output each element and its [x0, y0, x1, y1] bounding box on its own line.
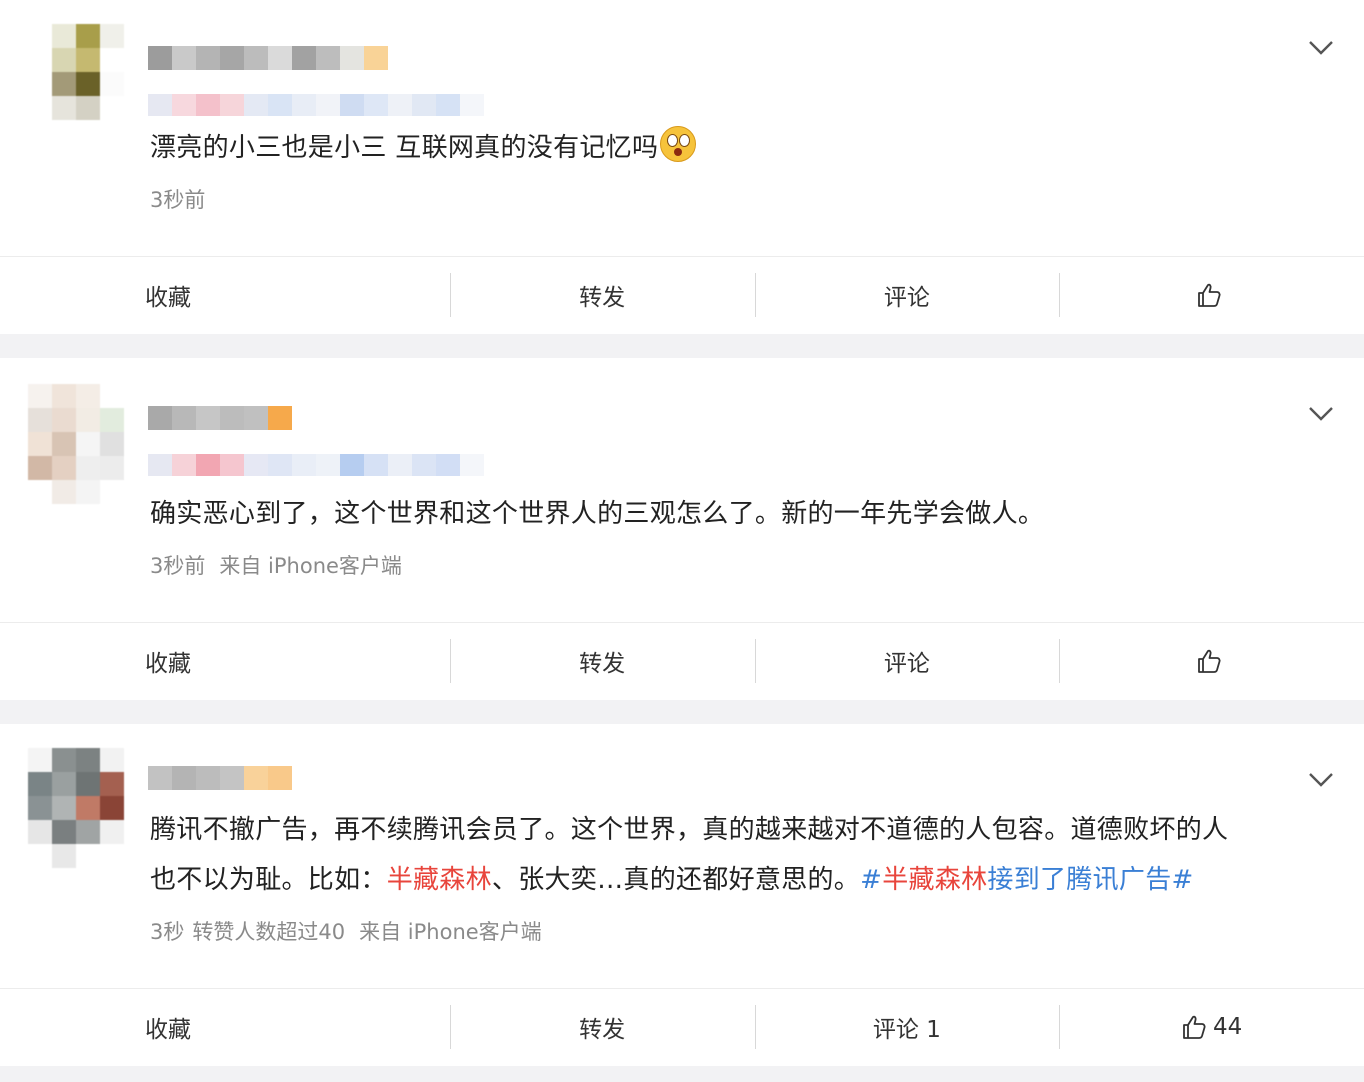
- chevron-down-icon[interactable]: [1306, 399, 1336, 429]
- comment-label: 评论: [883, 651, 930, 677]
- username-blurred[interactable]: [148, 46, 388, 70]
- collect-button[interactable]: 收藏: [0, 623, 450, 699]
- comment-button[interactable]: 评论: [754, 257, 1060, 333]
- post-meta: 3秒前 来自 iPhone客户端: [150, 550, 416, 580]
- post-text: 腾讯不撤广告，再不续腾讯会员了。这个世界，真的越来越对不道德的人包容。道德败坏的…: [150, 805, 1304, 905]
- post-source: 来自 iPhone客户端: [359, 920, 542, 944]
- avatar[interactable]: [28, 24, 124, 144]
- chevron-down-icon[interactable]: [1306, 765, 1336, 795]
- chevron-down-icon[interactable]: [1306, 33, 1336, 63]
- like-button[interactable]: [1059, 257, 1364, 333]
- comment-button[interactable]: 评论: [754, 623, 1060, 699]
- post-text-segment: 、张大奕…真的还都好意思的。: [491, 865, 861, 895]
- post-time: 3秒前: [150, 188, 206, 212]
- collect-label: 收藏: [145, 651, 191, 677]
- surprised-emoji-icon: [660, 126, 697, 162]
- post-repost-note: 转赞人数超过40: [192, 920, 346, 944]
- avatar[interactable]: [28, 748, 124, 868]
- post-source: 来自 iPhone客户端: [219, 554, 402, 578]
- post-card: 腾讯不撤广告，再不续腾讯会员了。这个世界，真的越来越对不道德的人包容。道德败坏的…: [0, 724, 1364, 1066]
- username-blurred[interactable]: [148, 766, 292, 790]
- repost-label: 转发: [579, 285, 626, 311]
- collect-button[interactable]: 收藏: [0, 989, 450, 1065]
- username-blurred[interactable]: [148, 406, 292, 430]
- like-button[interactable]: 44: [1059, 989, 1364, 1065]
- post-card: 确实恶心到了，这个世界和这个世界人的三观怎么了。新的一年先学会做人。 3秒前 来自…: [0, 358, 1364, 700]
- post-text-segment: 也不以为耻。比如：: [150, 865, 387, 895]
- hashtag-keyword[interactable]: 半藏森林: [882, 865, 987, 895]
- repost-label: 转发: [579, 651, 626, 677]
- avatar[interactable]: [28, 384, 124, 504]
- post-meta: 3秒 转赞人数超过40 来自 iPhone客户端: [150, 916, 556, 946]
- action-bar: 收藏 转发 评论: [0, 622, 1364, 699]
- mention-link[interactable]: 半藏森林: [387, 865, 492, 895]
- collect-button[interactable]: 收藏: [0, 257, 450, 333]
- post-time: 3秒: [150, 920, 185, 944]
- repost-button[interactable]: 转发: [449, 989, 755, 1065]
- user-meta-blurred: [148, 94, 484, 116]
- like-button[interactable]: [1059, 623, 1364, 699]
- user-meta-blurred: [148, 454, 484, 476]
- comment-label: 评论: [883, 285, 930, 311]
- action-bar: 收藏 转发 评论 1 44: [0, 988, 1364, 1065]
- comment-button[interactable]: 评论 1: [754, 989, 1060, 1065]
- post-text-body: 漂亮的小三也是小三 互联网真的没有记忆吗: [150, 133, 659, 163]
- collect-label: 收藏: [145, 285, 191, 311]
- thumbs-up-icon: [1183, 1015, 1206, 1039]
- post-card: 漂亮的小三也是小三 互联网真的没有记忆吗 3秒前 收藏 转发 评论: [0, 0, 1364, 334]
- post-text-body: 确实恶心到了，这个世界和这个世界人的三观怎么了。新的一年先学会做人。: [150, 499, 1045, 529]
- thumbs-up-icon: [1197, 283, 1221, 307]
- repost-button[interactable]: 转发: [449, 257, 755, 333]
- thumbs-up-icon: [1197, 649, 1221, 673]
- post-text: 漂亮的小三也是小三 互联网真的没有记忆吗: [150, 123, 1304, 173]
- action-bar: 收藏 转发 评论: [0, 256, 1364, 333]
- post-text: 确实恶心到了，这个世界和这个世界人的三观怎么了。新的一年先学会做人。: [150, 489, 1304, 539]
- post-text-line: 也不以为耻。比如：半藏森林、张大奕…真的还都好意思的。#半藏森林接到了腾讯广告#: [150, 855, 1304, 905]
- post-meta: 3秒前: [150, 184, 219, 214]
- post-time: 3秒前: [150, 554, 206, 578]
- like-count: 44: [1212, 1014, 1243, 1040]
- post-text-line: 腾讯不撤广告，再不续腾讯会员了。这个世界，真的越来越对不道德的人包容。道德败坏的…: [150, 815, 1229, 845]
- hashtag-open[interactable]: #: [860, 865, 882, 895]
- comment-label: 评论 1: [872, 1017, 941, 1043]
- collect-label: 收藏: [145, 1017, 191, 1043]
- repost-button[interactable]: 转发: [449, 623, 755, 699]
- repost-label: 转发: [579, 1017, 626, 1043]
- hashtag-link[interactable]: 接到了腾讯广告#: [987, 865, 1193, 895]
